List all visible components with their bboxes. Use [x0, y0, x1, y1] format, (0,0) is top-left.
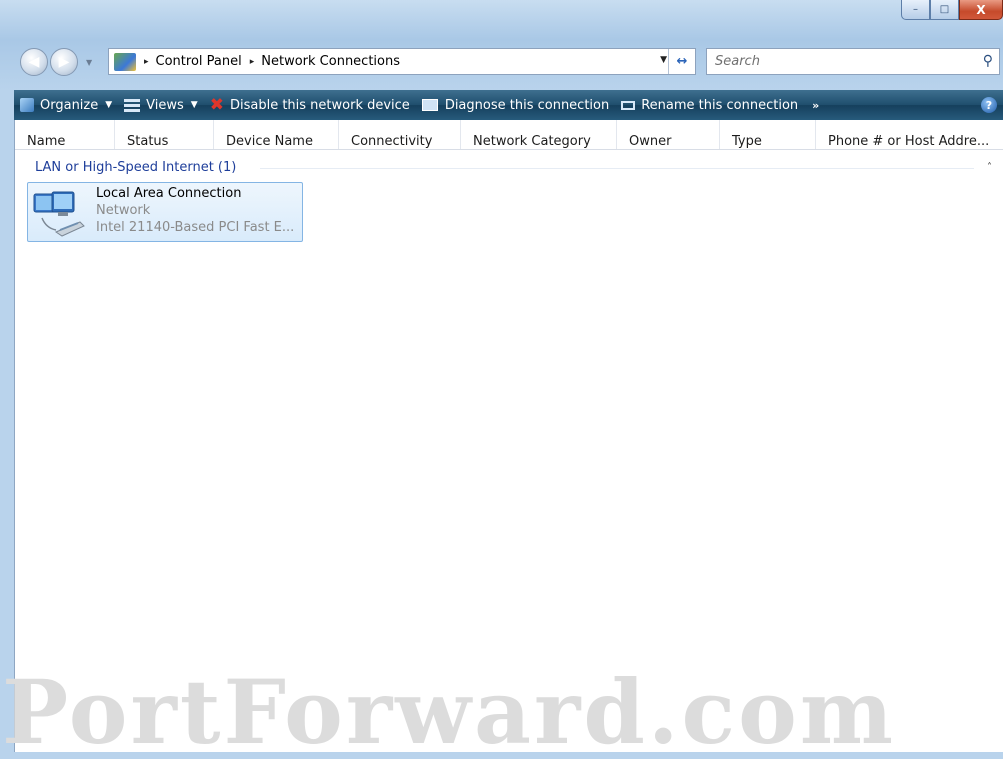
diagnose-connection-button[interactable]: Diagnose this connection — [416, 90, 615, 120]
column-header-connectivity[interactable]: Connectivity — [339, 120, 461, 149]
minimize-button[interactable]: – — [901, 0, 930, 20]
group-divider — [260, 168, 974, 169]
window-bottom-border — [0, 752, 1003, 759]
back-button[interactable]: ◀ — [20, 48, 48, 76]
minimize-icon: – — [913, 4, 918, 15]
maximize-button[interactable]: □ — [930, 0, 959, 20]
disable-x-icon: ✖ — [209, 95, 224, 115]
forward-button[interactable]: ▶ — [50, 48, 78, 76]
close-icon: X — [976, 2, 986, 17]
address-dropdown-icon[interactable]: ▼ — [660, 55, 667, 65]
search-input[interactable] — [713, 53, 967, 70]
column-header-owner[interactable]: Owner — [617, 120, 720, 149]
breadcrumb-separator-icon[interactable]: ▸ — [250, 57, 255, 67]
disable-device-button[interactable]: ✖ Disable this network device — [204, 90, 416, 120]
close-button[interactable]: X — [959, 0, 1003, 20]
connection-name: Local Area Connection — [96, 186, 242, 201]
back-arrow-icon: ◀ — [28, 54, 40, 70]
chevron-down-icon: ▼ — [190, 100, 198, 110]
breadcrumb-control-panel[interactable]: Control Panel — [156, 54, 242, 69]
explorer-window: – □ X ◀ ▶ ▼ ▸ Control Panel ▸ Network Co… — [0, 0, 1003, 759]
rename-icon — [621, 100, 636, 110]
maximize-icon: □ — [939, 4, 950, 15]
breadcrumb-network-connections[interactable]: Network Connections — [261, 54, 400, 69]
refresh-button[interactable]: ↔ — [668, 49, 695, 74]
column-header-device-name[interactable]: Device Name — [214, 120, 339, 149]
forward-arrow-icon: ▶ — [58, 54, 70, 70]
group-header[interactable]: LAN or High-Speed Internet (1) — [35, 160, 236, 175]
organize-button[interactable]: Organize ▼ — [14, 90, 118, 120]
connection-status: Network — [96, 203, 151, 218]
column-header-phone-host-address[interactable]: Phone # or Host Addre... — [816, 120, 1003, 149]
refresh-icon: ↔ — [676, 54, 688, 69]
content-pane: Name Status Device Name Connectivity Net… — [14, 120, 1003, 752]
control-panel-icon — [114, 52, 136, 71]
local-area-connection-item[interactable]: Local Area Connection Network Intel 2114… — [27, 182, 303, 242]
diagnose-connection-label: Diagnose this connection — [444, 97, 610, 113]
address-bar[interactable]: ▸ Control Panel ▸ Network Connections ▼ … — [108, 48, 696, 75]
disable-device-label: Disable this network device — [229, 97, 410, 113]
chevron-down-icon: ▼ — [105, 100, 113, 110]
breadcrumb-separator-icon[interactable]: ▸ — [144, 57, 149, 67]
views-button[interactable]: Views ▼ — [118, 90, 204, 120]
watermark: PortForward.com — [2, 660, 896, 764]
rename-connection-button[interactable]: Rename this connection » — [615, 90, 825, 120]
column-header-name[interactable]: Name — [15, 120, 115, 149]
search-box[interactable]: ⚲ — [706, 48, 1000, 75]
command-toolbar: Organize ▼ Views ▼ ✖ Disable this networ… — [14, 90, 1003, 120]
help-icon[interactable]: ? — [981, 97, 997, 113]
title-bar: – □ X — [0, 0, 1003, 40]
search-icon[interactable]: ⚲ — [983, 53, 993, 69]
diagnose-icon — [421, 99, 438, 111]
rename-connection-label: Rename this connection — [641, 97, 799, 113]
column-header-type[interactable]: Type — [720, 120, 816, 149]
views-icon — [124, 98, 141, 112]
caption-buttons: – □ X — [901, 0, 1003, 20]
views-label: Views — [146, 97, 184, 113]
organize-label: Organize — [40, 97, 99, 113]
organize-icon — [20, 98, 34, 112]
network-adapter-icon — [33, 191, 85, 237]
column-header-status[interactable]: Status — [115, 120, 214, 149]
more-commands-icon[interactable]: » — [812, 99, 819, 112]
recent-pages-dropdown-icon[interactable]: ▼ — [86, 58, 92, 67]
column-header-network-category[interactable]: Network Category — [461, 120, 617, 149]
connection-device: Intel 21140-Based PCI Fast E... — [96, 220, 295, 235]
column-headers: Name Status Device Name Connectivity Net… — [15, 120, 1003, 150]
collapse-group-icon[interactable]: ˄ — [987, 162, 992, 173]
